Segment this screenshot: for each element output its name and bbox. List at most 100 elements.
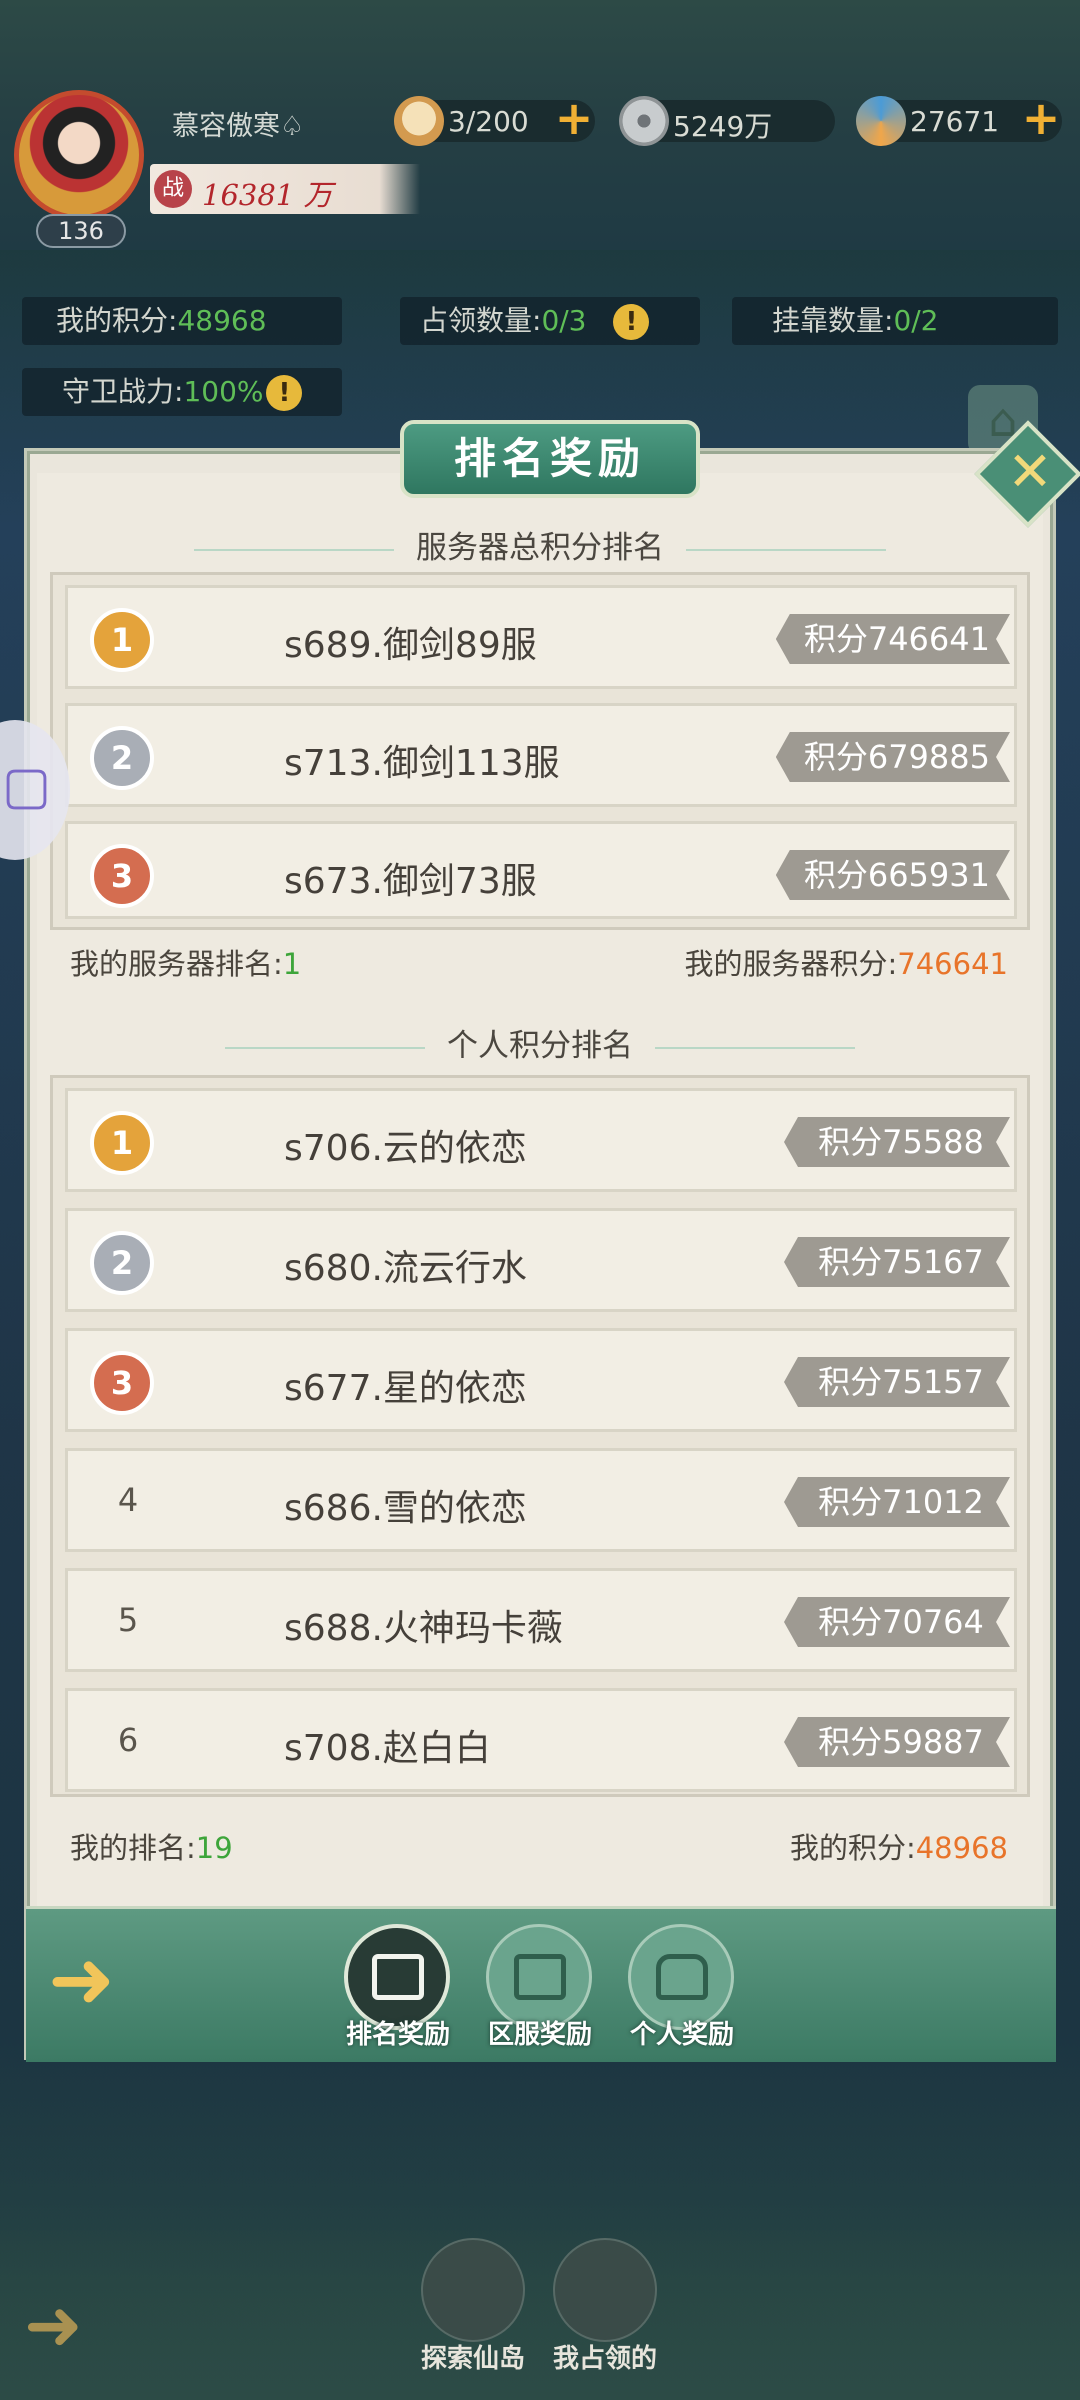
bronze-medal-icon: 3	[90, 844, 154, 908]
attach-stat: 挂靠数量:0/2	[732, 297, 1058, 345]
attach-label: 挂靠数量:	[772, 304, 894, 337]
gift-icon	[372, 1954, 424, 2000]
nav-label: 我占领的	[552, 2344, 657, 2374]
server-rank-row[interactable]: 2 s713.御剑113服 积分679885	[65, 703, 1017, 807]
player-entry-score: 积分70764	[784, 1597, 1010, 1647]
my-points-value: 48968	[177, 304, 267, 337]
server-name: s713.御剑113服	[284, 743, 560, 784]
tab-ranking-reward[interactable]: 排名奖励	[338, 1918, 458, 2050]
back-arrow-icon[interactable]: ➜	[48, 1940, 148, 2020]
my-rank-value: 19	[195, 1831, 233, 1865]
personal-rank-row[interactable]: 6 s708.赵白白 积分59887	[65, 1688, 1017, 1792]
spiral-icon	[856, 96, 906, 146]
server-name: s673.御剑73服	[284, 861, 537, 902]
server-rank-row[interactable]: 1 s689.御剑89服 积分746641	[65, 585, 1017, 689]
flag-icon	[553, 2238, 657, 2342]
player-entry-score: 积分71012	[784, 1477, 1010, 1527]
bun-icon	[394, 96, 444, 146]
tab-server-reward[interactable]: 区服奖励	[480, 1918, 600, 2050]
explore-island-button[interactable]: 探索仙岛	[413, 2238, 533, 2378]
occupy-label: 占领数量:	[420, 304, 542, 337]
coin-icon	[619, 96, 669, 146]
server-ranking-title: 服务器总积分排名	[0, 522, 1080, 567]
guard-stat: 守卫战力:100% !	[22, 368, 342, 416]
tab-personal-reward[interactable]: 个人奖励	[622, 1918, 742, 2050]
player-entry-name: s677.星的依恋	[284, 1368, 527, 1409]
close-icon[interactable]: ✕	[1002, 444, 1058, 500]
silver-medal-icon: 2	[90, 1231, 154, 1295]
my-score: 我的积分:48968	[790, 1820, 1008, 1876]
player-name: 慕容傲寒♤	[172, 111, 305, 142]
player-entry-score: 积分75588	[784, 1117, 1010, 1167]
server-score: 积分665931	[776, 850, 1010, 900]
my-server-score-value: 746641	[897, 947, 1008, 981]
combat-power-icon: 战	[154, 170, 192, 208]
personal-ranking-list: 1 s706.云的依恋 积分75588 2 s680.流云行水 积分75167 …	[50, 1075, 1030, 1797]
coin-value: 5249万	[673, 110, 773, 143]
rank-number: 4	[117, 1481, 139, 1519]
nav-back-icon[interactable]: ➜	[24, 2290, 124, 2360]
guard-label: 守卫战力:	[62, 375, 184, 408]
personal-rank-row[interactable]: 3 s677.星的依恋 积分75157	[65, 1328, 1017, 1432]
player-entry-name: s686.雪的依恋	[284, 1488, 527, 1529]
stamina-value: 3/200	[448, 105, 529, 138]
top-status-bar: 136 慕容傲寒♤ 战 16381 万 3/200 + 5249万 27671 …	[0, 0, 1080, 250]
currency-resource: 27671 +	[856, 95, 1064, 146]
combat-power-value: 16381 万	[202, 178, 333, 212]
server-name: s689.御剑89服	[284, 625, 537, 666]
gold-medal-icon: 1	[90, 1111, 154, 1175]
tab-label: 区服奖励	[487, 2020, 592, 2050]
add-stamina-button[interactable]: +	[551, 95, 597, 143]
my-rank-label: 我的排名:	[70, 1831, 196, 1865]
avatar-portrait	[14, 90, 144, 220]
tab-label: 排名奖励	[345, 2020, 450, 2050]
occupy-value: 0/3	[541, 304, 587, 337]
personal-rank-row[interactable]: 2 s680.流云行水 积分75167	[65, 1208, 1017, 1312]
stamina-resource: 3/200 +	[394, 95, 597, 146]
coin-resource: 5249万	[619, 96, 835, 146]
personal-rank-row[interactable]: 4 s686.雪的依恋 积分71012	[65, 1448, 1017, 1552]
my-score-value: 48968	[915, 1831, 1008, 1865]
server-ranking-list: 1 s689.御剑89服 积分746641 2 s713.御剑113服 积分67…	[50, 572, 1030, 930]
my-server-rank-value: 1	[282, 947, 302, 981]
server-score: 积分746641	[776, 614, 1010, 664]
occupy-info-icon[interactable]: !	[613, 304, 650, 340]
add-currency-button[interactable]: +	[1018, 95, 1064, 143]
my-occupied-button[interactable]: 我占领的	[545, 2238, 665, 2378]
personal-rank-row[interactable]: 1 s706.云的依恋 积分75588	[65, 1088, 1017, 1192]
player-entry-name: s706.云的依恋	[284, 1128, 527, 1169]
my-server-score: 我的服务器积分:746641	[685, 936, 1009, 992]
bronze-medal-icon: 3	[90, 1351, 154, 1415]
combat-power-bar: 战 16381 万	[150, 164, 420, 214]
currency-value: 27671	[910, 105, 1000, 138]
player-entry-name: s688.火神玛卡薇	[284, 1608, 563, 1649]
server-score: 积分679885	[776, 732, 1010, 782]
rank-number: 5	[117, 1601, 139, 1639]
gift-icon	[514, 1954, 566, 2000]
gold-medal-icon: 1	[90, 608, 154, 672]
personal-ranking-title: 个人积分排名	[0, 1020, 1080, 1065]
personal-summary: 我的排名:19 我的积分:48968	[50, 1820, 1030, 1876]
personal-rank-row[interactable]: 5 s688.火神玛卡薇 积分70764	[65, 1568, 1017, 1672]
my-score-label: 我的积分:	[789, 1831, 916, 1865]
player-entry-score: 积分75167	[784, 1237, 1010, 1287]
player-entry-score: 积分59887	[784, 1717, 1010, 1767]
server-rank-row[interactable]: 3 s673.御剑73服 积分665931	[65, 821, 1017, 919]
chat-icon: ▢	[2, 756, 52, 816]
chest-icon	[656, 1954, 708, 2000]
player-level-badge: 136	[36, 214, 126, 248]
occupy-stat: 占领数量:0/3 !	[400, 297, 700, 345]
rank-number: 6	[117, 1721, 139, 1759]
guard-value: 100%	[183, 375, 264, 408]
silver-medal-icon: 2	[90, 726, 154, 790]
mountain-icon	[421, 2238, 525, 2342]
tab-label: 个人奖励	[629, 2020, 734, 2050]
my-server-score-label: 我的服务器积分:	[684, 947, 898, 981]
attach-value: 0/2	[893, 304, 939, 337]
player-avatar[interactable]: 136	[6, 82, 156, 248]
guard-info-icon[interactable]: !	[266, 375, 303, 411]
my-server-rank-label: 我的服务器排名:	[70, 947, 283, 981]
nav-label: 探索仙岛	[420, 2344, 525, 2374]
server-summary: 我的服务器排名:1 我的服务器积分:746641	[50, 936, 1030, 992]
player-entry-name: s708.赵白白	[284, 1728, 491, 1769]
